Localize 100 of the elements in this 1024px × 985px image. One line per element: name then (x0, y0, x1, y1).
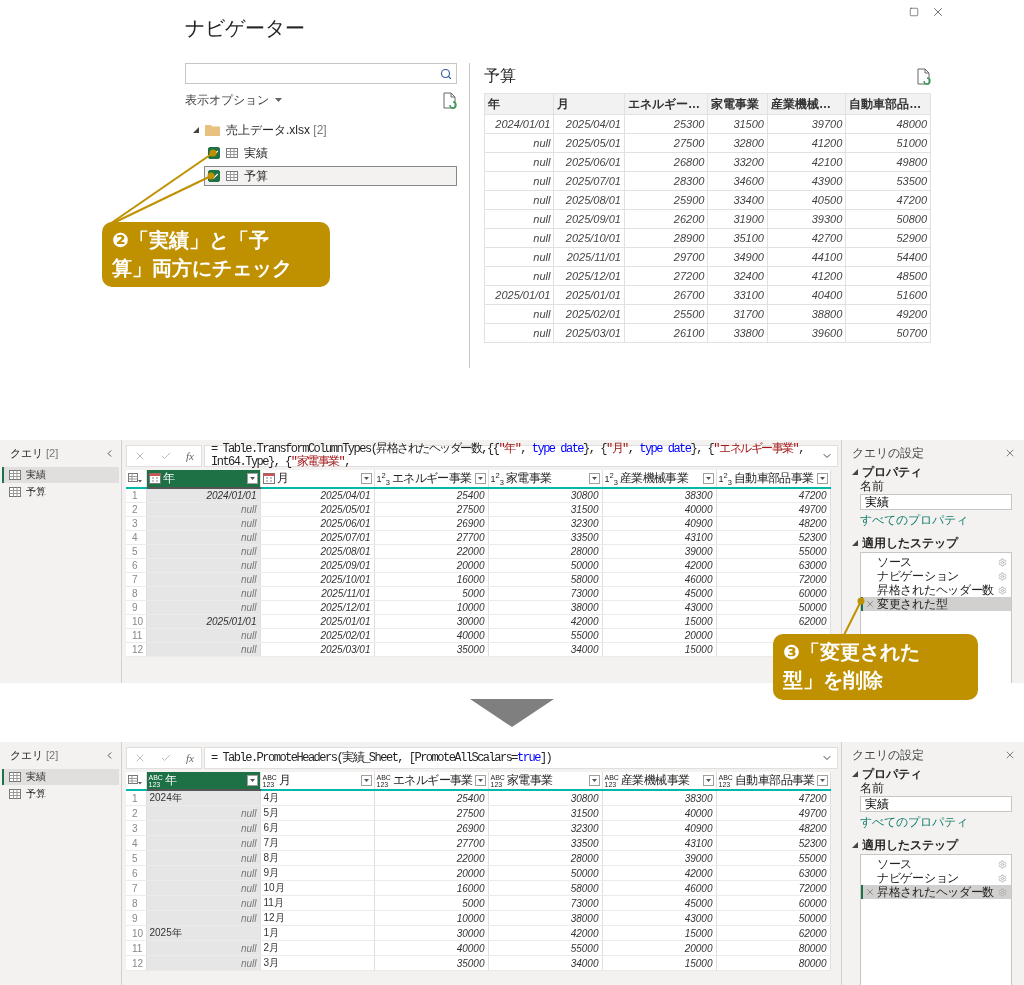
close-icon[interactable] (1004, 749, 1016, 761)
table-cell: 54400 (845, 247, 931, 267)
maximize-icon[interactable] (909, 7, 919, 17)
column-header[interactable]: 月 (260, 470, 374, 488)
document-refresh-icon[interactable] (443, 91, 457, 109)
column-header[interactable]: 1$^{2}$$_{3}$ エネルギー事業 (374, 470, 488, 488)
row-number: 11 (126, 628, 146, 643)
close-icon[interactable] (931, 5, 945, 19)
query-count: [2] (46, 748, 59, 761)
table-cell: 31900 (707, 209, 768, 229)
caret-icon (249, 477, 255, 480)
column-header: 家電事業 (707, 93, 768, 115)
table-menu-icon[interactable] (128, 472, 142, 483)
step-item[interactable]: 変更された型 (861, 597, 1011, 611)
table-cell: 27200 (624, 266, 708, 286)
table-cell: 31500 (707, 114, 768, 134)
filter-dropdown-button[interactable] (816, 775, 828, 786)
step-item[interactable]: ソース (861, 857, 1011, 871)
filter-dropdown-button[interactable] (588, 775, 600, 786)
filter-dropdown-button[interactable] (360, 775, 372, 786)
name-field[interactable]: 実績 (860, 796, 1012, 812)
table-cell: null (484, 304, 554, 324)
table-cell: null (484, 171, 554, 191)
tree-item[interactable]: 予算 (204, 166, 457, 186)
name-field[interactable]: 実績 (860, 494, 1012, 510)
filter-dropdown-button[interactable] (702, 775, 714, 786)
row-number: 2 (126, 805, 146, 821)
table-cell: 35100 (707, 228, 768, 248)
column-header: 自動車部品… (845, 93, 931, 115)
field-label: 名前 (860, 479, 885, 493)
tree-item[interactable]: 売上データ.xlsx [2] (189, 120, 457, 140)
query-item[interactable]: 実績 (2, 769, 119, 785)
expand-triangle-icon[interactable] (193, 127, 199, 133)
column-header[interactable]: 年 (146, 470, 260, 488)
query-item[interactable]: 予算 (2, 786, 119, 802)
table-menu-icon[interactable] (128, 774, 142, 785)
column-header[interactable]: 1$^{2}$$_{3}$ 家電事業 (488, 470, 602, 488)
close-icon[interactable] (1004, 447, 1016, 459)
insert-function-button[interactable]: fx (186, 752, 194, 764)
filter-dropdown-button[interactable] (474, 775, 486, 786)
row-number: 7 (126, 880, 146, 896)
table-cell: 51000 (845, 133, 931, 153)
queries-title: クエリ [2] (10, 445, 59, 461)
step-item[interactable]: 昇格されたヘッダー数 (861, 583, 1011, 597)
table-cell: 2025/10/01 (553, 228, 625, 248)
caret-icon (249, 779, 255, 782)
expand-triangle-icon[interactable] (852, 469, 858, 475)
table-cell: 42100 (767, 152, 846, 172)
table-cell: 34600 (707, 171, 768, 191)
table-cell: 53500 (845, 171, 931, 191)
display-options-dropdown[interactable]: 表示オプション (185, 91, 282, 109)
step-item[interactable]: ソース (861, 555, 1011, 569)
all-properties-link[interactable]: すべてのプロパティ (860, 815, 1016, 829)
search-field[interactable] (185, 63, 457, 84)
filter-dropdown-button[interactable] (816, 473, 828, 484)
formula-field[interactable]: = Table.PromoteHeaders(実績_Sheet, [PromoteAllScalars=true]) (204, 747, 838, 769)
expand-triangle-icon[interactable] (852, 771, 858, 777)
caret-icon (705, 779, 711, 782)
query-item[interactable]: 実績 (2, 467, 119, 483)
query-item[interactable]: 予算 (2, 484, 119, 500)
table-cell: 33200 (707, 152, 768, 172)
table-cell: 26100 (624, 323, 708, 343)
table-cell: 25300 (624, 114, 708, 134)
step-item[interactable]: ナビゲーション (861, 569, 1011, 583)
table-cell: 33800 (707, 323, 768, 343)
row-number: 4 (126, 530, 146, 545)
row-number: 2 (126, 502, 146, 517)
column-header[interactable]: 1$^{2}$$_{3}$ 産業機械事業 (602, 470, 716, 488)
column-header: 月 (553, 93, 625, 115)
insert-function-button[interactable]: fx (186, 450, 194, 462)
row-number: 10 (126, 614, 146, 629)
column-header: エネルギー… (624, 93, 708, 115)
column-header: 産業機械… (767, 93, 846, 115)
column-header[interactable]: 1$^{2}$$_{3}$ 自動車部品事業 (716, 470, 830, 488)
search-icon[interactable] (440, 67, 452, 80)
filter-dropdown-button[interactable] (474, 473, 486, 484)
table-cell: 2025/01/01 (553, 285, 625, 305)
expand-triangle-icon[interactable] (852, 842, 858, 848)
filter-dropdown-button[interactable] (702, 473, 714, 484)
callout-text: 算」両方にチェック (112, 256, 292, 281)
all-properties-link[interactable]: すべてのプロパティ (860, 513, 1016, 527)
row-number: 11 (126, 940, 146, 956)
table-icon (226, 171, 238, 181)
filter-dropdown-button[interactable] (246, 473, 258, 484)
table-cell: null (484, 323, 554, 343)
expand-triangle-icon[interactable] (852, 540, 858, 546)
document-refresh-icon[interactable] (917, 67, 931, 85)
calendar-icon (262, 473, 275, 484)
filter-dropdown-button[interactable] (360, 473, 372, 484)
filter-dropdown-button[interactable] (588, 473, 600, 484)
table-cell: 2025/09/01 (553, 209, 625, 229)
step-item[interactable]: ナビゲーション (861, 871, 1011, 885)
filter-dropdown-button[interactable] (246, 775, 258, 786)
table-cell: 2025/12/01 (553, 266, 625, 286)
callout-text: 型」を削除 (783, 668, 883, 693)
table-cell: 2025/11/01 (553, 247, 625, 267)
table-cell: 52900 (845, 228, 931, 248)
table-cell: null (484, 190, 554, 210)
caret-icon (363, 779, 369, 782)
row-number: 7 (126, 572, 146, 587)
